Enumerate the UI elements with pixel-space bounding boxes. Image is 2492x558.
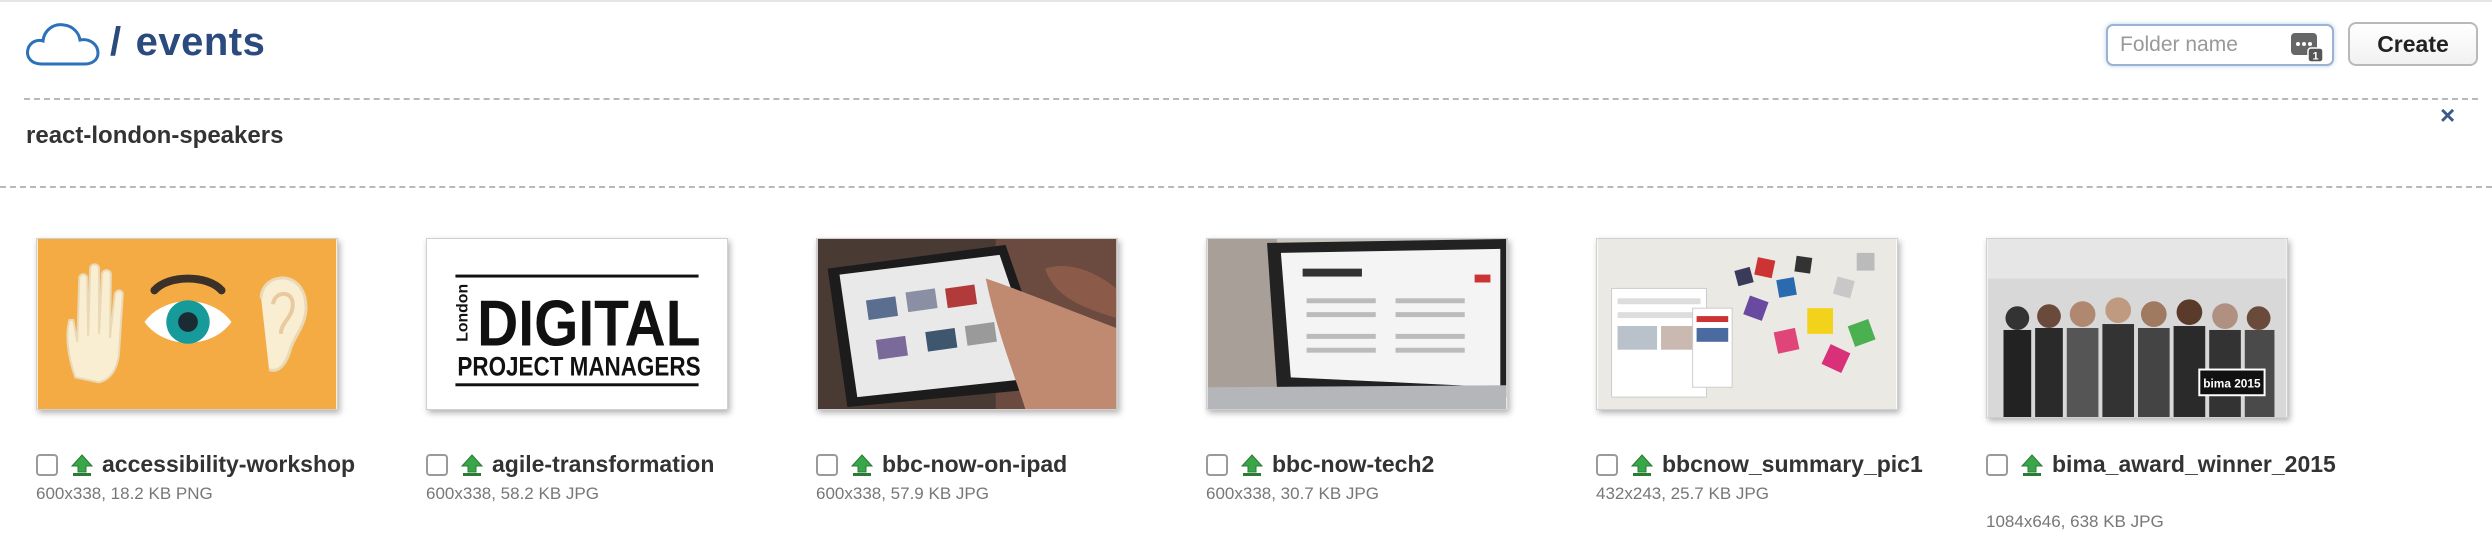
award-photo-image: bima 2015 — [1987, 239, 2287, 417]
file-thumbnail[interactable]: bima 2015 — [1986, 238, 2288, 418]
file-thumbnail[interactable] — [36, 238, 338, 410]
file-thumbnail[interactable] — [816, 238, 1118, 410]
file-meta: 432x243, 25.7 KB JPG — [1596, 484, 1769, 503]
file-checkbox[interactable] — [1206, 454, 1228, 476]
file-meta: 600x338, 58.2 KB JPG — [426, 484, 599, 503]
thumb-text-digital: DIGITAL — [477, 287, 700, 360]
file-checkbox[interactable] — [426, 454, 448, 476]
laptop-photo-image — [1207, 239, 1507, 409]
breadcrumb: / events — [110, 20, 265, 65]
file-meta: 600x338, 57.9 KB JPG — [816, 484, 989, 503]
file-name[interactable]: bbc-now-tech2 — [1272, 450, 1556, 479]
file-thumbnail[interactable] — [1206, 238, 1508, 410]
file-meta: 600x338, 30.7 KB JPG — [1206, 484, 1379, 503]
file-thumbnail[interactable]: London DIGITAL PROJECT MANAGERS — [426, 238, 728, 410]
file-meta: 1084x646, 638 KB JPG — [1986, 512, 2164, 531]
upload-icon[interactable] — [460, 453, 484, 477]
file-meta: 600x338, 18.2 KB PNG — [36, 484, 213, 503]
file-name[interactable]: bima_award_winner_2015 — [2052, 450, 2336, 479]
create-folder-button[interactable]: Create — [2348, 22, 2478, 66]
cloud-icon[interactable] — [24, 18, 102, 70]
upload-icon[interactable] — [1630, 453, 1654, 477]
thumb-text-london: London — [454, 284, 471, 342]
header: / events 1 Create — [0, 2, 2492, 102]
svg-text:1: 1 — [2312, 51, 2318, 63]
file-name[interactable]: accessibility-workshop — [102, 450, 386, 479]
keyboard-badge-icon[interactable]: 1 — [2290, 31, 2324, 63]
upload-icon[interactable] — [850, 453, 874, 477]
thumb-text-bima: bima 2015 — [2203, 376, 2261, 390]
file-name[interactable]: bbcnow_summary_pic1 — [1662, 450, 1946, 479]
divider-bottom — [0, 186, 2492, 188]
current-folder-name[interactable]: events — [136, 20, 266, 64]
subfolder-name[interactable]: react-london-speakers — [26, 122, 283, 150]
upload-icon[interactable] — [1240, 453, 1264, 477]
file-name[interactable]: agile-transformation — [492, 450, 776, 479]
folder-name-field[interactable]: 1 — [2106, 24, 2334, 66]
close-icon[interactable]: × — [2440, 100, 2455, 131]
breadcrumb-separator: / — [110, 20, 122, 64]
file-thumbnail[interactable] — [1596, 238, 1898, 410]
file-checkbox[interactable] — [1596, 454, 1618, 476]
accessibility-image — [37, 239, 337, 409]
file-checkbox[interactable] — [816, 454, 838, 476]
thumb-text-pm: PROJECT MANAGERS — [457, 351, 700, 381]
summary-collage-image — [1597, 239, 1897, 409]
file-checkbox[interactable] — [36, 454, 58, 476]
file-checkbox[interactable] — [1986, 454, 2008, 476]
upload-icon[interactable] — [70, 453, 94, 477]
folder-name-input[interactable] — [2108, 26, 2290, 64]
divider-top — [24, 98, 2478, 100]
file-name[interactable]: bbc-now-on-ipad — [882, 450, 1166, 479]
ipad-photo-image — [817, 239, 1117, 409]
digital-project-managers-image: London DIGITAL PROJECT MANAGERS — [427, 239, 727, 409]
upload-icon[interactable] — [2020, 453, 2044, 477]
